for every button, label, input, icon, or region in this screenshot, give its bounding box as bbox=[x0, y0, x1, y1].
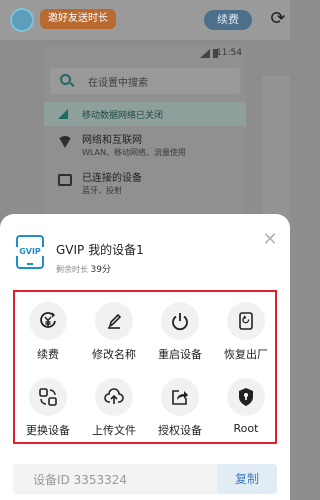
settings-row-title: 已连接的设备 bbox=[82, 173, 142, 184]
device-name: GVIP 我的设备1 bbox=[56, 243, 144, 257]
devices-icon bbox=[58, 174, 72, 186]
upload-icon bbox=[95, 378, 133, 416]
signal-icon bbox=[200, 49, 210, 58]
top-bar: 邀好友送时长 续费 ⟳ bbox=[0, 0, 290, 40]
device-id: 设备ID 3353324 bbox=[33, 473, 128, 487]
action-upload-file[interactable]: 上传文件 bbox=[81, 368, 147, 443]
action-renew[interactable]: 续费 bbox=[15, 292, 81, 367]
search-placeholder: 在设置中搜索 bbox=[88, 78, 148, 89]
action-label: Root bbox=[233, 422, 259, 435]
status-time: 11:54 bbox=[216, 48, 242, 58]
factory-reset-icon bbox=[227, 302, 265, 340]
search-icon bbox=[60, 74, 71, 85]
authorize-icon bbox=[161, 378, 199, 416]
close-icon[interactable]: ✕ bbox=[260, 230, 280, 250]
device-action-sheet: ✕ GVIP GVIP 我的设备1 剩余时长 39分 续费 修改名称 重启设备 bbox=[0, 214, 290, 500]
settings-row-connected-devices[interactable]: 已连接的设备 蓝牙、投射 bbox=[44, 164, 246, 202]
renew-button[interactable]: 续费 bbox=[204, 10, 252, 30]
swap-device-icon bbox=[29, 378, 67, 416]
mobile-data-notice[interactable]: 移动数据网络已关闭 bbox=[44, 102, 246, 126]
action-authorize-device[interactable]: 授权设备 bbox=[147, 368, 213, 443]
gvip-badge-label: GVIP bbox=[16, 247, 44, 256]
power-icon bbox=[161, 302, 199, 340]
settings-row-subtitle: WLAN、移动网络、流量使用 bbox=[82, 148, 187, 157]
action-grid: 续费 修改名称 重启设备 恢复出厂 更换设备 上传文件 授权设备 Root bbox=[13, 290, 277, 444]
signal-off-icon bbox=[58, 109, 68, 119]
notice-text: 移动数据网络已关闭 bbox=[82, 111, 164, 121]
settings-row-subtitle: 蓝牙、投射 bbox=[82, 186, 122, 195]
device-id-bar: 设备ID 3353324 复制 bbox=[13, 464, 277, 494]
settings-row-network[interactable]: 网络和互联网 WLAN、移动网络、流量使用 bbox=[44, 126, 246, 164]
action-factory-reset[interactable]: 恢复出厂 bbox=[213, 292, 279, 367]
action-label: 恢复出厂 bbox=[224, 348, 268, 361]
edit-icon bbox=[95, 302, 133, 340]
action-root[interactable]: Root bbox=[213, 368, 279, 443]
invite-friends-button[interactable]: 邀好友送时长 bbox=[40, 9, 116, 29]
action-reboot[interactable]: 重启设备 bbox=[147, 292, 213, 367]
settings-search-box[interactable]: 在设置中搜索 bbox=[50, 68, 240, 94]
root-shield-icon bbox=[227, 378, 265, 416]
app-logo-icon bbox=[10, 8, 34, 32]
status-bar: 11:54 bbox=[44, 46, 246, 62]
refresh-icon[interactable]: ⟳ bbox=[268, 9, 288, 29]
wifi-icon bbox=[58, 136, 72, 148]
remaining-time-label: 剩余时长 bbox=[56, 265, 88, 274]
copy-button[interactable]: 复制 bbox=[217, 464, 277, 494]
settings-row-title: 网络和互联网 bbox=[82, 135, 142, 146]
remaining-time-value: 39分 bbox=[90, 265, 111, 275]
action-rename[interactable]: 修改名称 bbox=[81, 292, 147, 367]
remote-screen-preview: 11:54 在设置中搜索 移动数据网络已关闭 网络和互联网 WLAN、移动网络、… bbox=[44, 46, 246, 216]
remaining-time: 剩余时长 39分 bbox=[56, 262, 111, 275]
gvip-device-icon: GVIP bbox=[16, 235, 44, 269]
action-swap-device[interactable]: 更换设备 bbox=[15, 368, 81, 443]
side-panel bbox=[262, 76, 290, 226]
renew-icon bbox=[29, 302, 67, 340]
